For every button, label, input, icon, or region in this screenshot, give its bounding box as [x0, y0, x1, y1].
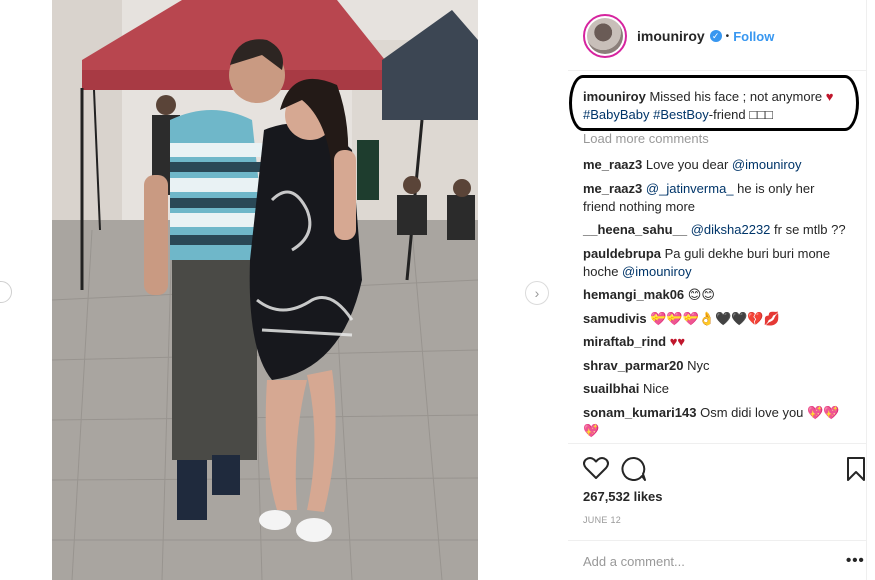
comment-divider: [568, 540, 866, 541]
comment-text: 😊😊: [687, 287, 715, 302]
hashtag-bestboy[interactable]: #BestBoy: [653, 107, 709, 122]
post-header: imouniroy ✓ • Follow: [583, 14, 774, 58]
comment-item: me_raaz3 Love you dear @imouniroy: [583, 156, 848, 174]
comment-username[interactable]: me_raaz3: [583, 157, 642, 172]
comment-username[interactable]: miraftab_rind: [583, 334, 666, 349]
actions-divider: [568, 443, 866, 444]
header-divider: [568, 70, 866, 71]
caption-username[interactable]: imouniroy: [583, 89, 646, 104]
post-image: [52, 0, 478, 580]
hashtag-babybaby[interactable]: #BabyBaby: [583, 107, 650, 122]
verified-badge-icon: ✓: [709, 30, 722, 42]
follow-button[interactable]: Follow: [733, 29, 774, 44]
header-username[interactable]: imouniroy: [637, 28, 705, 44]
likes-count[interactable]: 267,532 likes: [583, 489, 663, 504]
comment-username[interactable]: me_raaz3: [583, 181, 642, 196]
chevron-right-icon: ›: [534, 285, 540, 301]
comment-username[interactable]: hemangi_mak06: [583, 287, 684, 302]
comment-text: fr se mtlb ??: [770, 222, 846, 237]
load-more-comments-link[interactable]: Load more comments: [583, 131, 709, 146]
comment-username[interactable]: shrav_parmar20: [583, 358, 683, 373]
comment-mention[interactable]: @imouniroy: [732, 157, 802, 172]
post-date: JUNE 12: [583, 515, 622, 525]
comment-mention[interactable]: @diksha2232: [691, 222, 771, 237]
next-photo-button[interactable]: ›: [525, 281, 549, 305]
comment-bubble-icon[interactable]: [621, 456, 647, 482]
comment-item: suailbhai Nice: [583, 380, 848, 398]
separator-dot: •: [725, 30, 730, 42]
avatar[interactable]: [583, 14, 627, 58]
comment-username[interactable]: suailbhai: [583, 381, 639, 396]
previous-post-button[interactable]: [0, 281, 12, 303]
comment-mention[interactable]: @imouniroy: [622, 264, 692, 279]
add-comment-input[interactable]: Add a comment...: [583, 554, 685, 569]
comment-item: me_raaz3 @_jatinverma_ he is only her fr…: [583, 180, 848, 216]
caption-text: Missed his face ; not anymore: [649, 89, 823, 104]
caption-suffix: -friend □□□: [708, 107, 773, 122]
comment-text: Love you dear: [645, 157, 732, 172]
like-heart-icon[interactable]: [583, 456, 609, 480]
comment-item: samudivis 💝💝💝👌🖤🖤💔💋: [583, 310, 848, 328]
comment-item: shrav_parmar20 Nyc: [583, 357, 848, 375]
comment-mention[interactable]: @_jatinverma_: [646, 181, 734, 196]
comment-item: hemangi_mak06 😊😊: [583, 286, 848, 304]
comment-username[interactable]: sonam_kumari143: [583, 405, 696, 420]
comment-item: miraftab_rind ♥♥: [583, 333, 848, 351]
panel-border: [866, 0, 867, 580]
post-photo[interactable]: [52, 0, 478, 580]
caption: imouniroy Missed his face ; not anymore …: [583, 88, 853, 124]
more-options-icon[interactable]: •••: [846, 552, 865, 569]
comment-username[interactable]: samudivis: [583, 311, 647, 326]
comment-text: Nice: [642, 381, 669, 396]
comment-text: Nyc: [687, 358, 710, 373]
comment-text: 💝💝💝👌🖤🖤💔💋: [650, 311, 780, 326]
comment-item: __heena_sahu__ @diksha2232 fr se mtlb ??: [583, 221, 848, 239]
comment-username[interactable]: __heena_sahu__: [583, 222, 687, 237]
save-bookmark-icon[interactable]: [846, 456, 866, 482]
comment-item: pauldebrupa Pa guli dekhe buri buri mone…: [583, 245, 848, 281]
comment-item: sonam_kumari143 Osm didi love you 💖💖💖: [583, 404, 848, 440]
comment-text: ♥♥: [669, 334, 686, 349]
comment-username[interactable]: pauldebrupa: [583, 246, 661, 261]
heart-emoji: ♥: [825, 89, 834, 104]
avatar-image: [587, 18, 623, 54]
